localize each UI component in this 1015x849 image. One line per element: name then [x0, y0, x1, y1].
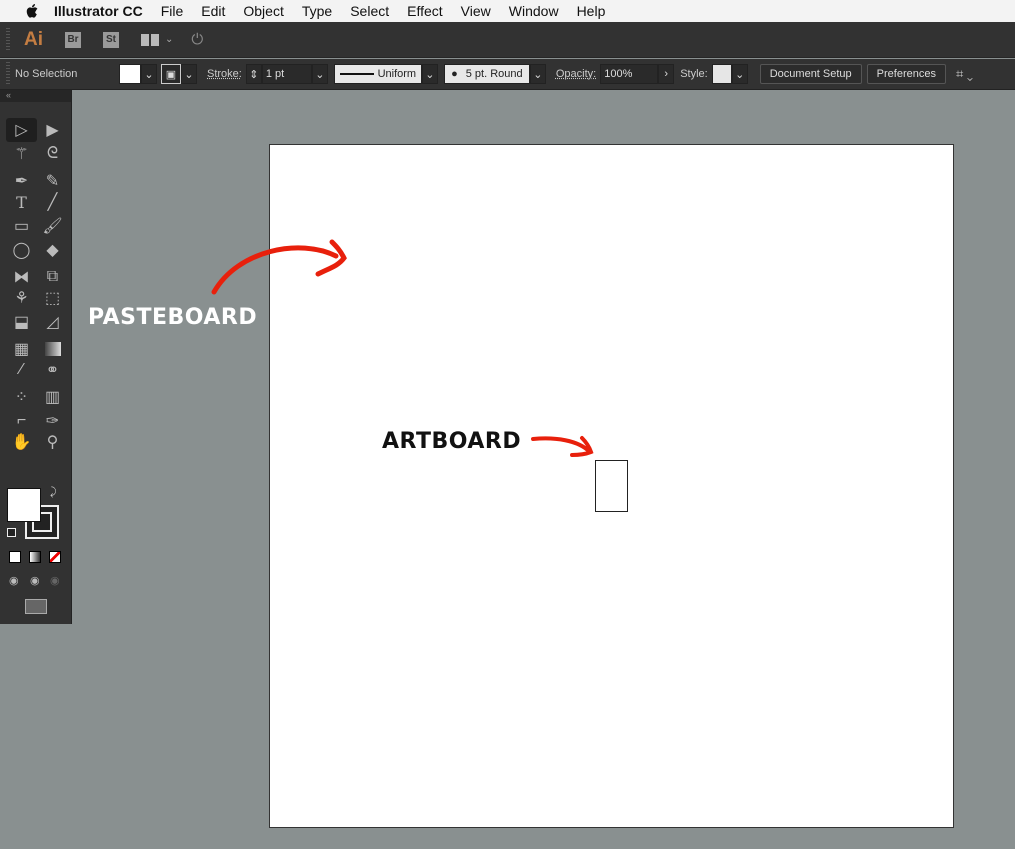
annotation-arrows [211, 239, 594, 457]
pasteboard-arrow [211, 239, 347, 295]
fill-color-swatch[interactable] [7, 488, 41, 522]
artboard-arrow [531, 436, 594, 457]
